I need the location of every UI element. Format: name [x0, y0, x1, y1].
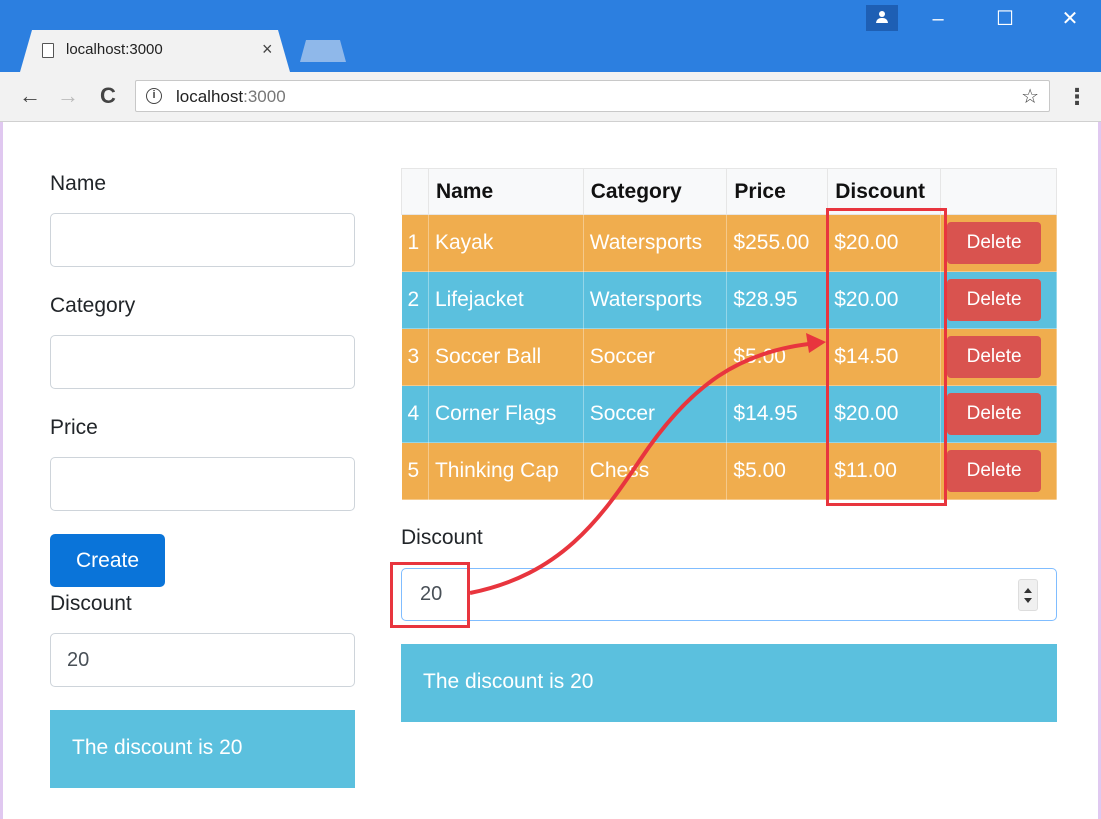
header-name: Name: [427, 168, 584, 215]
back-icon[interactable]: ←: [16, 82, 44, 110]
new-tab-button[interactable]: [300, 40, 346, 62]
url-port: :3000: [243, 87, 286, 106]
row-index: 3: [401, 328, 429, 386]
forward-icon[interactable]: →: [54, 82, 82, 110]
bookmark-star-icon[interactable]: ☆: [1021, 84, 1039, 109]
price-input[interactable]: [50, 457, 355, 511]
info-icon[interactable]: i: [146, 88, 162, 104]
reload-icon[interactable]: C: [94, 82, 122, 110]
row-action-cell: Delete: [940, 442, 1057, 500]
discount-alert-left: The discount is 20: [50, 710, 355, 788]
tab-title: localhost:3000: [66, 41, 163, 58]
category-label: Category: [50, 294, 136, 317]
close-window-icon[interactable]: ✕: [1050, 6, 1090, 32]
row-discount: $20.00: [827, 214, 942, 272]
maximize-icon[interactable]: ☐: [985, 6, 1025, 32]
table-row: 3 Soccer Ball Soccer $5.00 $14.50 Delete: [401, 328, 1057, 386]
row-price: $5.00: [726, 442, 829, 500]
url-host: localhost: [176, 87, 244, 106]
header-index: [401, 168, 429, 215]
row-index: 1: [401, 214, 429, 272]
row-name: Soccer Ball: [428, 328, 584, 386]
header-price: Price: [726, 168, 829, 215]
number-spinner[interactable]: [1018, 579, 1038, 611]
browser-titlebar: localhost:3000 × – ☐ ✕: [0, 0, 1101, 72]
discount-label: Discount: [50, 592, 132, 615]
row-discount: $11.00: [827, 442, 942, 500]
discount-number-input[interactable]: 20: [401, 568, 1057, 621]
discount-label-right: Discount: [401, 526, 483, 549]
table-row: 1 Kayak Watersports $255.00 $20.00 Delet…: [401, 214, 1057, 272]
row-action-cell: Delete: [940, 214, 1057, 272]
row-action-cell: Delete: [940, 328, 1057, 386]
category-input[interactable]: [50, 335, 355, 389]
browser-menu-icon[interactable]: ⋮: [1066, 84, 1088, 110]
row-price: $255.00: [726, 214, 829, 272]
discount-number-value[interactable]: 20: [420, 583, 442, 606]
row-name: Kayak: [428, 214, 584, 272]
discount-input[interactable]: [50, 633, 355, 687]
row-category: Watersports: [583, 271, 728, 329]
header-actions: [940, 168, 1057, 215]
row-discount: $20.00: [827, 385, 942, 443]
row-name: Corner Flags: [428, 385, 584, 443]
row-category: Soccer: [583, 385, 728, 443]
delete-button[interactable]: Delete: [947, 450, 1042, 492]
delete-button[interactable]: Delete: [947, 279, 1042, 321]
row-index: 5: [401, 442, 429, 500]
row-category: Chess: [583, 442, 728, 500]
name-input[interactable]: [50, 213, 355, 267]
create-button[interactable]: Create: [50, 534, 165, 587]
discount-alert-right: The discount is 20: [401, 644, 1057, 722]
page-icon: [42, 43, 54, 58]
delete-button[interactable]: Delete: [947, 336, 1042, 378]
spinner-up-icon[interactable]: [1024, 588, 1032, 593]
spinner-down-icon[interactable]: [1024, 598, 1032, 603]
minimize-icon[interactable]: –: [918, 6, 958, 32]
delete-button[interactable]: Delete: [947, 222, 1042, 264]
row-discount: $20.00: [827, 271, 942, 329]
profile-icon[interactable]: [866, 5, 898, 31]
row-category: Soccer: [583, 328, 728, 386]
table-row: 2 Lifejacket Watersports $28.95 $20.00 D…: [401, 271, 1057, 329]
row-action-cell: Delete: [940, 385, 1057, 443]
row-price: $14.95: [726, 385, 829, 443]
row-price: $28.95: [726, 271, 829, 329]
browser-tab[interactable]: localhost:3000 ×: [20, 30, 290, 72]
products-table: Name Category Price Discount 1 Kayak Wat…: [401, 168, 1057, 500]
row-name: Thinking Cap: [428, 442, 584, 500]
address-bar[interactable]: i localhost:3000 ☆: [135, 80, 1050, 112]
table-row: 4 Corner Flags Soccer $14.95 $20.00 Dele…: [401, 385, 1057, 443]
header-category: Category: [582, 168, 728, 215]
row-price: $5.00: [726, 328, 829, 386]
row-action-cell: Delete: [940, 271, 1057, 329]
row-index: 2: [401, 271, 429, 329]
url-text[interactable]: localhost:3000: [176, 87, 286, 107]
browser-toolbar: ← → C i localhost:3000 ☆ ⋮: [0, 72, 1101, 122]
price-label: Price: [50, 416, 98, 439]
header-discount: Discount: [827, 168, 942, 215]
row-index: 4: [401, 385, 429, 443]
row-name: Lifejacket: [428, 271, 584, 329]
name-label: Name: [50, 172, 107, 195]
table-header-row: Name Category Price Discount: [401, 168, 1057, 215]
delete-button[interactable]: Delete: [947, 393, 1042, 435]
tab-close-icon[interactable]: ×: [262, 39, 273, 60]
row-discount: $14.50: [827, 328, 942, 386]
row-category: Watersports: [583, 214, 728, 272]
table-row: 5 Thinking Cap Chess $5.00 $11.00 Delete: [401, 442, 1057, 500]
